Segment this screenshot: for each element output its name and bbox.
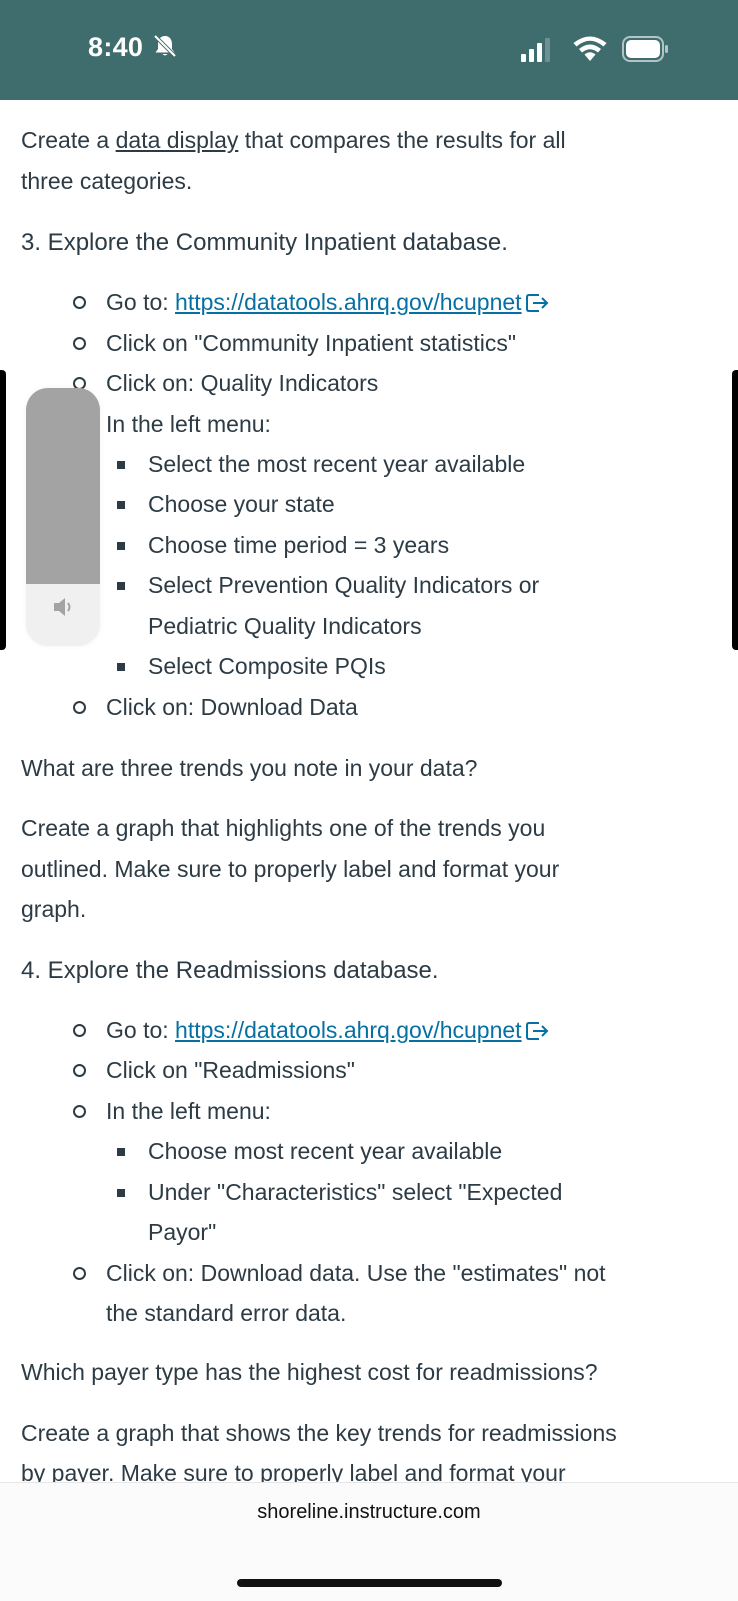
list-item: In the left menu:: [106, 1098, 271, 1124]
list-bullet: [73, 701, 86, 714]
list-bullet: [117, 542, 125, 550]
list-item: Click on: Download Data: [106, 694, 358, 720]
list-item: Go to: https://datatools.ahrq.gov/hcupne…: [106, 282, 550, 323]
list-item: Click on "Readmissions": [106, 1057, 355, 1083]
external-link-icon[interactable]: [525, 293, 550, 313]
list-bullet: [73, 337, 86, 350]
device-edge: [732, 370, 738, 650]
cellular-signal-icon: [521, 38, 550, 62]
list-bullet: [117, 1189, 125, 1197]
sub-list-item-continued: Payor": [148, 1219, 217, 1245]
sub-list-item: Under "Characteristics" select "Expected: [148, 1179, 563, 1205]
status-time: 8:40: [88, 32, 144, 62]
bell-slash-icon: [153, 34, 177, 58]
data-display-link[interactable]: data display: [116, 127, 239, 153]
list-bullet: [73, 1267, 86, 1280]
device-edge: [0, 370, 6, 650]
list-bullet: [117, 663, 125, 671]
list-item: In the left menu:: [106, 411, 271, 437]
hcupnet-link[interactable]: https://datatools.ahrq.gov/hcupnet: [175, 1017, 522, 1043]
question-payer: Which payer type has the highest cost fo…: [21, 1359, 598, 1385]
address-bar[interactable]: shoreline.instructure.com: [0, 1501, 738, 1524]
sub-list-item: Select Composite PQIs: [148, 653, 386, 679]
section3-heading: 3. Explore the Community Inpatient datab…: [21, 229, 508, 256]
browser-bottom-bar: shoreline.instructure.com: [0, 1482, 738, 1601]
volume-empty-track: [26, 388, 100, 584]
list-bullet: [117, 461, 125, 469]
question-graph-line3: graph.: [21, 896, 87, 922]
list-bullet: [117, 582, 125, 590]
list-item: Click on: Download data. Use the "estima…: [106, 1260, 606, 1286]
list-bullet: [73, 1105, 86, 1118]
list-bullet: [73, 1024, 86, 1037]
sub-list-item: Select Prevention Quality Indicators or: [148, 572, 540, 598]
sub-list-item: Choose most recent year available: [148, 1138, 503, 1164]
external-link-icon[interactable]: [525, 1021, 550, 1041]
sub-list-item: Select the most recent year available: [148, 451, 526, 477]
question-graph-line1: Create a graph that highlights one of th…: [21, 815, 546, 841]
question-trends: What are three trends you note in your d…: [21, 755, 478, 781]
battery-icon: [622, 36, 668, 62]
page-content: Create a data display that compares the …: [0, 100, 738, 1500]
list-item: Click on: Quality Indicators: [106, 370, 379, 396]
list-bullet: [73, 296, 86, 309]
sub-list-item-continued: Pediatric Quality Indicators: [148, 613, 422, 639]
hcupnet-link[interactable]: https://datatools.ahrq.gov/hcupnet: [175, 289, 522, 315]
volume-hud[interactable]: [26, 388, 100, 646]
list-item: Click on "Community Inpatient statistics…: [106, 330, 517, 356]
question-graph-line2: outlined. Make sure to properly label an…: [21, 856, 560, 882]
section4-heading: 4. Explore the Readmissions database.: [21, 957, 439, 984]
question-readmissions-line1: Create a graph that shows the key trends…: [21, 1420, 617, 1446]
sub-list-item: Choose your state: [148, 491, 335, 517]
home-indicator[interactable]: [237, 1579, 502, 1587]
list-bullet: [117, 1148, 125, 1156]
list-bullet: [117, 501, 125, 509]
list-item-continued: the standard error data.: [106, 1300, 347, 1326]
sub-list-item: Choose time period = 3 years: [148, 532, 450, 558]
wifi-icon: [573, 36, 607, 61]
status-bar: 8:40: [0, 0, 738, 100]
list-item: Go to: https://datatools.ahrq.gov/hcupne…: [106, 1010, 550, 1051]
intro-text-line2: three categories.: [21, 168, 193, 194]
speaker-icon: [54, 598, 71, 616]
list-bullet: [73, 1064, 86, 1077]
intro-text: Create a data display that compares the …: [21, 127, 566, 153]
